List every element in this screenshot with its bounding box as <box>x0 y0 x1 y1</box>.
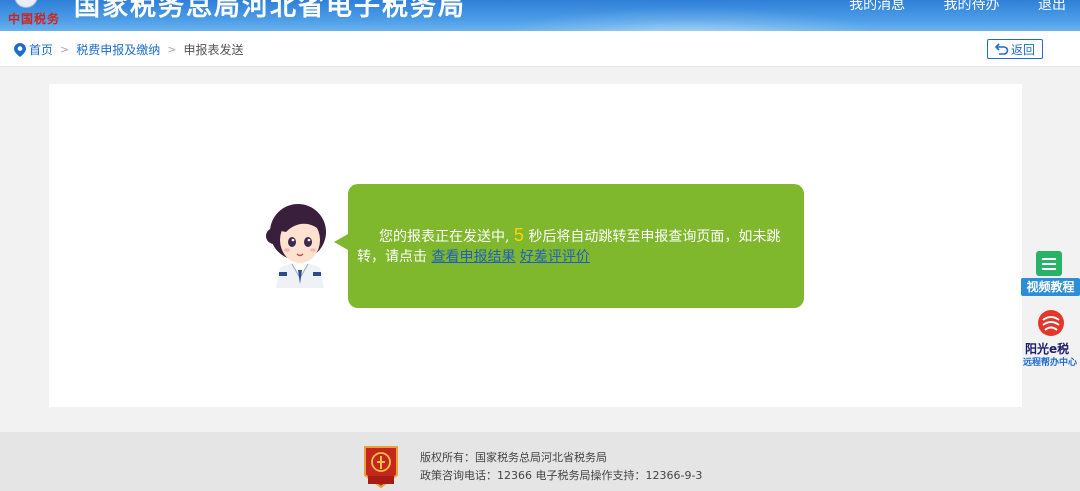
status-message: 您的报表正在发送中, 5 秒后将自动跳转至申报查询页面，如未跳转，请点击 查看申… <box>357 225 797 267</box>
status-message-bubble: 您的报表正在发送中, 5 秒后将自动跳转至申报查询页面，如未跳转，请点击 查看申… <box>334 184 804 308</box>
top-links: 我的消息 我的待办 退出 <box>815 0 1066 14</box>
video-list-icon <box>1036 251 1062 276</box>
top-link-messages[interactable]: 我的消息 <box>849 0 905 13</box>
site-title: 国家税务总局河北省电子税务局 <box>74 0 467 22</box>
service-rating-link[interactable]: 好差评评价 <box>520 249 590 265</box>
breadcrumb-tax-declaration[interactable]: 税费申报及缴纳 <box>76 41 160 58</box>
footer: 版权所有：国家税务总局河北省税务局 政策咨询电话：12366 电子税务局操作支持… <box>0 432 1080 491</box>
back-button-label: 返回 <box>1010 42 1035 57</box>
tax-officer-avatar <box>266 204 326 288</box>
main-panel: 您的报表正在发送中, 5 秒后将自动跳转至申报查询页面，如未跳转，请点击 查看申… <box>49 84 1022 407</box>
sunshine-tax-logo-icon <box>1038 310 1064 336</box>
breadcrumb-bar: 首页 > 税费申报及缴纳 > 申报表发送 返回 <box>0 31 1080 67</box>
remote-help-button[interactable]: 阳光e税 远程帮办中心 <box>1019 306 1080 368</box>
tax-emblem-icon <box>14 0 38 8</box>
breadcrumb-separator: > <box>167 43 177 56</box>
top-banner: 中国税务 国家税务总局河北省电子税务局 我的消息 我的待办 退出 <box>0 0 1080 31</box>
breadcrumb-home[interactable]: 首页 <box>29 41 53 58</box>
footer-support-phone: 政策咨询电话：12366 电子税务局操作支持：12366-9-3 <box>420 469 703 482</box>
location-pin-icon <box>14 42 26 57</box>
breadcrumb-separator: > <box>60 43 70 56</box>
breadcrumb-current: 申报表发送 <box>183 43 244 57</box>
footer-info: 版权所有：国家税务总局河北省税务局 政策咨询电话：12366 电子税务局操作支持… <box>420 449 702 485</box>
back-button[interactable]: 返回 <box>987 39 1043 59</box>
video-tutorial-label: 视频教程 <box>1021 278 1080 296</box>
return-arrow-icon <box>994 43 1009 55</box>
view-declaration-result-link[interactable]: 查看申报结果 <box>431 249 515 265</box>
status-message-text: 您的报表正在发送中, <box>379 229 510 245</box>
breadcrumb: 首页 > 税费申报及缴纳 > 申报表发送 <box>14 41 243 58</box>
remote-help-center-label: 远程帮办中心 <box>1023 358 1078 368</box>
top-link-logout[interactable]: 退出 <box>1038 0 1066 13</box>
top-link-todo[interactable]: 我的待办 <box>944 0 1000 13</box>
party-tax-badge-icon <box>364 446 398 489</box>
countdown-number: 5 <box>513 225 524 245</box>
video-tutorial-button[interactable]: 视频教程 <box>1019 251 1080 297</box>
footer-copyright: 版权所有：国家税务总局河北省税务局 <box>420 451 607 464</box>
logo-text: 中国税务 <box>8 12 61 26</box>
